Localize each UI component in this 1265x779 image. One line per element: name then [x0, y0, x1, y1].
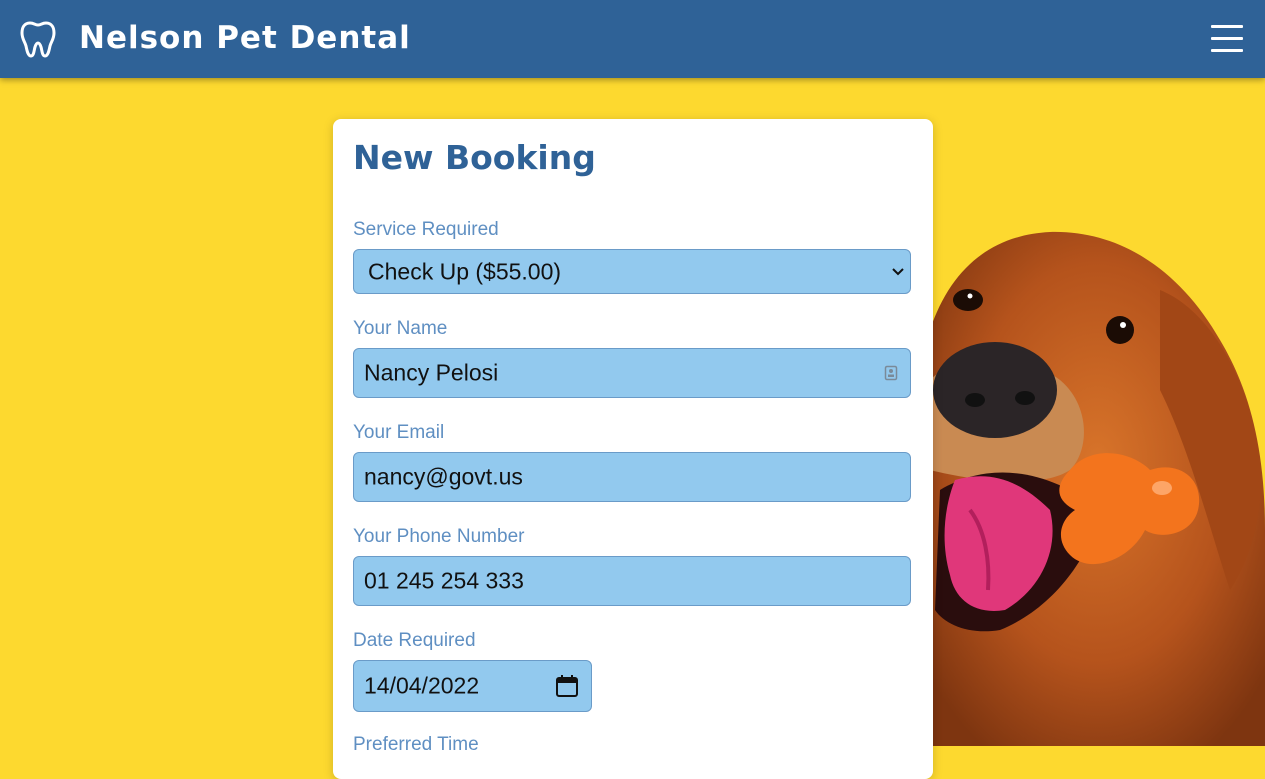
date-input-value: 14/04/2022: [364, 672, 480, 699]
phone-input-value: 01 245 254 333: [364, 567, 524, 594]
hamburger-menu-icon[interactable]: [1208, 20, 1246, 58]
phone-label: Your Phone Number: [353, 526, 525, 547]
service-select-value: Check Up ($55.00): [368, 258, 562, 284]
brand-title[interactable]: Nelson Pet Dental: [79, 18, 411, 58]
date-label: Date Required: [353, 630, 476, 651]
dog-photo: [930, 231, 1265, 746]
service-label: Service Required: [353, 219, 499, 240]
name-input[interactable]: Nancy Pelosi: [353, 348, 911, 398]
chevron-down-icon: [892, 267, 904, 275]
calendar-icon[interactable]: [555, 674, 579, 698]
email-input[interactable]: nancy@govt.us: [353, 452, 911, 502]
name-label: Your Name: [353, 318, 448, 339]
service-select[interactable]: Check Up ($55.00): [353, 249, 911, 294]
tooth-icon[interactable]: [20, 20, 56, 58]
booking-form-card: New Booking Service Required Check Up ($…: [333, 119, 933, 779]
autofill-contact-icon[interactable]: [884, 365, 898, 381]
email-input-value: nancy@govt.us: [364, 463, 523, 490]
phone-input[interactable]: 01 245 254 333: [353, 556, 911, 606]
top-navbar: Nelson Pet Dental: [0, 0, 1265, 78]
email-label: Your Email: [353, 422, 445, 443]
time-label: Preferred Time: [353, 734, 479, 755]
date-input[interactable]: 14/04/2022: [353, 660, 592, 712]
name-input-value: Nancy Pelosi: [364, 359, 499, 386]
form-title: New Booking: [353, 138, 596, 177]
